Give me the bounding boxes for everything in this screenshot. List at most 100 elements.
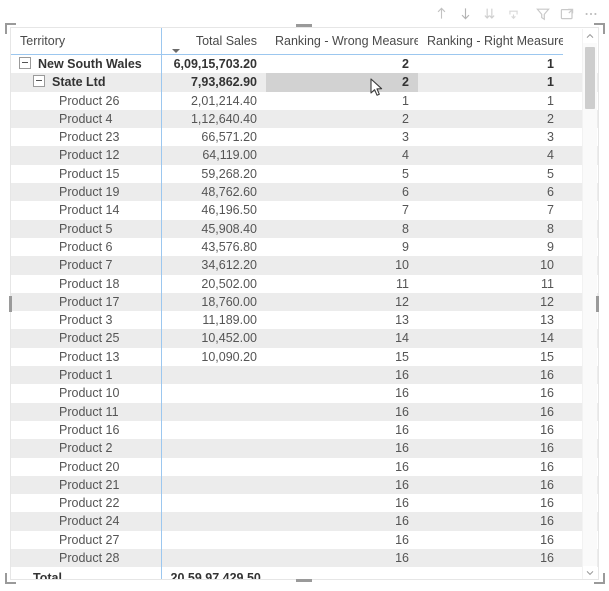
table-row[interactable]: Product 19 48,762.60 6 6: [11, 183, 598, 202]
cell-ranking-right-measure[interactable]: 16: [418, 402, 563, 421]
cell-ranking-wrong-measure[interactable]: 5: [266, 164, 418, 184]
cell-total-sales[interactable]: [160, 494, 266, 513]
cell-total-sales[interactable]: 11,189.00: [160, 311, 266, 330]
table-row[interactable]: Product 24 16 16: [11, 512, 598, 531]
cell-ranking-right-measure[interactable]: 5: [418, 164, 563, 184]
cell-ranking-wrong-measure[interactable]: 16: [266, 549, 418, 568]
cell-territory[interactable]: Product 21: [11, 475, 161, 495]
cell-ranking-right-measure[interactable]: 16: [418, 439, 563, 458]
cell-ranking-right-measure[interactable]: 12: [418, 292, 563, 312]
table-row[interactable]: Product 20 16 16: [11, 457, 598, 476]
collapse-expander-icon[interactable]: [33, 75, 45, 88]
cell-ranking-right-measure[interactable]: 1: [418, 91, 563, 110]
resize-handle-bottom[interactable]: [296, 579, 312, 582]
cell-territory[interactable]: Product 24: [11, 512, 161, 531]
cell-ranking-wrong-measure[interactable]: 11: [266, 274, 418, 293]
resize-handle-right[interactable]: [596, 296, 599, 312]
cell-territory[interactable]: Product 17: [11, 292, 161, 312]
table-row[interactable]: State Ltd 7,93,862.90 2 1: [11, 73, 598, 92]
cell-ranking-wrong-measure[interactable]: 16: [266, 530, 418, 550]
cell-territory[interactable]: Product 20: [11, 457, 161, 476]
cell-ranking-wrong-measure[interactable]: 9: [266, 237, 418, 257]
cell-ranking-right-measure[interactable]: 8: [418, 219, 563, 238]
cell-ranking-right-measure[interactable]: 16: [418, 420, 563, 440]
table-row[interactable]: Product 13 10,090.20 15 15: [11, 347, 598, 367]
table-row[interactable]: Product 25 10,452.00 14 14: [11, 329, 598, 348]
table-row[interactable]: Product 17 18,760.00 12 12: [11, 292, 598, 312]
cell-ranking-right-measure[interactable]: 1: [418, 54, 563, 74]
column-header-territory[interactable]: Territory: [11, 28, 161, 55]
cell-ranking-wrong-measure[interactable]: 7: [266, 201, 418, 220]
cell-total-sales[interactable]: [160, 402, 266, 421]
cell-territory[interactable]: Product 6: [11, 237, 161, 257]
table-row[interactable]: Product 1 16 16: [11, 366, 598, 385]
scrollbar-thumb[interactable]: [585, 47, 595, 109]
table-row[interactable]: Product 16 16 16: [11, 420, 598, 440]
cell-territory[interactable]: Product 25: [11, 329, 161, 348]
cell-total-sales[interactable]: 64,119.00: [160, 146, 266, 165]
resize-handle-top[interactable]: [296, 24, 312, 27]
cell-territory[interactable]: Product 14: [11, 201, 161, 220]
cell-territory[interactable]: Product 16: [11, 420, 161, 440]
resize-handle-bottom-left[interactable]: [5, 573, 16, 584]
cell-ranking-right-measure[interactable]: 16: [418, 457, 563, 476]
cell-territory[interactable]: Product 2: [11, 439, 161, 458]
cell-total-sales[interactable]: 2,01,214.40: [160, 91, 266, 110]
cell-ranking-wrong-measure[interactable]: 3: [266, 128, 418, 147]
cell-ranking-right-measure[interactable]: 4: [418, 146, 563, 165]
cell-total-sales[interactable]: 48,762.60: [160, 183, 266, 202]
resize-handle-top-right[interactable]: [594, 23, 605, 34]
cell-total-sales[interactable]: [160, 420, 266, 440]
cell-ranking-wrong-measure[interactable]: 16: [266, 457, 418, 476]
table-row[interactable]: New South Wales 6,09,15,703.20 2 1: [11, 54, 598, 74]
cell-territory[interactable]: New South Wales: [11, 54, 161, 74]
cell-total-sales[interactable]: [160, 512, 266, 531]
cell-ranking-right-measure[interactable]: 11: [418, 274, 563, 293]
cell-total-sales[interactable]: 6,09,15,703.20: [160, 54, 266, 74]
cell-ranking-wrong-measure[interactable]: 8: [266, 219, 418, 238]
cell-ranking-wrong-measure[interactable]: 1: [266, 91, 418, 110]
drill-down-arrow-icon[interactable]: [453, 3, 477, 25]
more-options-icon[interactable]: [579, 3, 603, 25]
cell-total-sales[interactable]: 20,502.00: [160, 274, 266, 293]
cell-ranking-right-measure[interactable]: 15: [418, 347, 563, 367]
table-row[interactable]: Product 22 16 16: [11, 494, 598, 513]
table-row[interactable]: Product 28 16 16: [11, 549, 598, 568]
table-row[interactable]: Product 7 34,612.20 10 10: [11, 256, 598, 275]
cell-total-sales[interactable]: 59,268.20: [160, 164, 266, 184]
cell-ranking-right-measure[interactable]: 13: [418, 311, 563, 330]
cell-ranking-wrong-measure[interactable]: 16: [266, 402, 418, 421]
table-row[interactable]: Product 6 43,576.80 9 9: [11, 237, 598, 257]
cell-total-sales[interactable]: [160, 475, 266, 495]
cell-total-sales[interactable]: 34,612.20: [160, 256, 266, 275]
table-row[interactable]: Product 26 2,01,214.40 1 1: [11, 91, 598, 110]
table-row[interactable]: Product 3 11,189.00 13 13: [11, 311, 598, 330]
cell-territory[interactable]: Product 18: [11, 274, 161, 293]
cell-territory[interactable]: Product 28: [11, 549, 161, 568]
cell-total-sales[interactable]: 45,908.40: [160, 219, 266, 238]
cell-ranking-right-measure[interactable]: 3: [418, 128, 563, 147]
collapse-expander-icon[interactable]: [19, 57, 31, 69]
focus-mode-icon[interactable]: [555, 3, 579, 25]
vertical-scrollbar[interactable]: [582, 29, 597, 579]
cell-territory[interactable]: Product 23: [11, 128, 161, 147]
cell-total-sales[interactable]: [160, 549, 266, 568]
table-row[interactable]: Product 4 1,12,640.40 2 2: [11, 109, 598, 129]
cell-ranking-wrong-measure[interactable]: 16: [266, 384, 418, 403]
table-row[interactable]: Product 2 16 16: [11, 439, 598, 458]
cell-ranking-wrong-measure[interactable]: 16: [266, 420, 418, 440]
cell-territory[interactable]: Product 10: [11, 384, 161, 403]
cell-ranking-right-measure[interactable]: 6: [418, 183, 563, 202]
table-row[interactable]: Product 15 59,268.20 5 5: [11, 164, 598, 184]
cell-ranking-right-measure[interactable]: 16: [418, 384, 563, 403]
cell-total-sales[interactable]: 66,571.20: [160, 128, 266, 147]
table-row[interactable]: Product 27 16 16: [11, 530, 598, 550]
resize-handle-left[interactable]: [9, 296, 12, 312]
table-row[interactable]: Product 14 46,196.50 7 7: [11, 201, 598, 220]
cell-total-sales[interactable]: 10,452.00: [160, 329, 266, 348]
resize-handle-bottom-right[interactable]: [594, 573, 605, 584]
scrollbar-track[interactable]: [583, 43, 597, 566]
cell-total-sales[interactable]: 7,93,862.90: [160, 73, 266, 92]
cell-territory[interactable]: Product 15: [11, 164, 161, 184]
table-row[interactable]: Product 23 66,571.20 3 3: [11, 128, 598, 147]
